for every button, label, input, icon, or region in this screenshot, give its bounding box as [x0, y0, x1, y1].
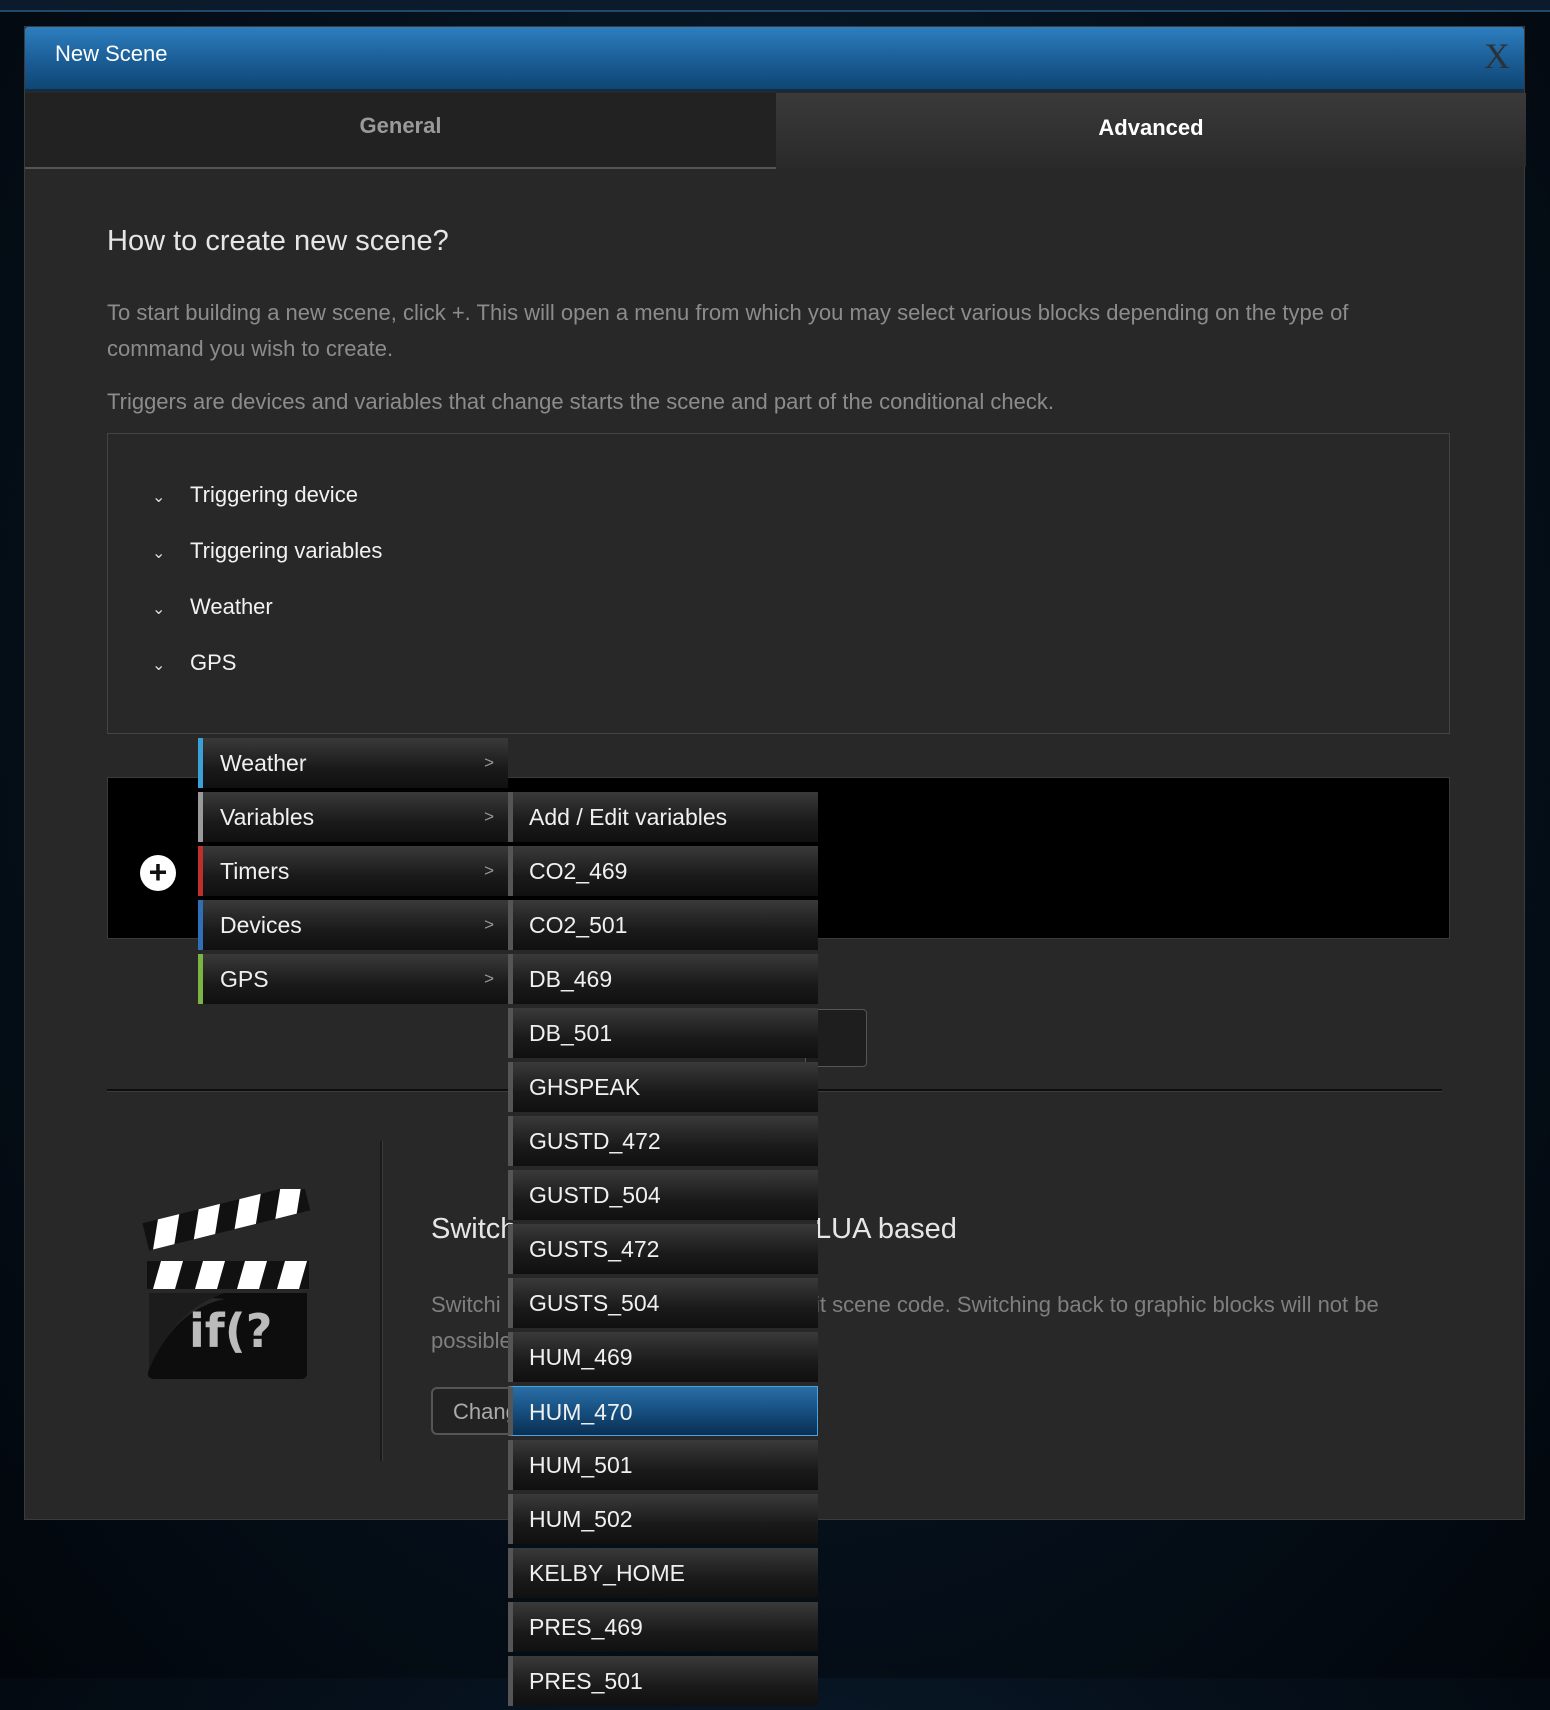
trigger-label: Weather [190, 594, 273, 619]
submenu-variable-item[interactable]: DB_501 [508, 1008, 818, 1058]
trigger-label: Triggering device [190, 482, 358, 507]
icon-label: if(? [189, 1304, 273, 1358]
submenu-variable-item[interactable]: PRES_469 [508, 1602, 818, 1652]
chevron-right-icon: > [484, 753, 494, 772]
chevron-right-icon: > [484, 807, 494, 826]
submenu-variable-item[interactable]: DB_469 [508, 954, 818, 1004]
menu-item-label: Devices [220, 912, 302, 938]
trigger-label: GPS [190, 650, 237, 675]
trigger-label: Triggering variables [190, 538, 383, 563]
menu-item-variables[interactable]: Variables > [198, 792, 508, 842]
submenu-variable-item[interactable]: GUSTS_472 [508, 1224, 818, 1274]
background-top-line [0, 0, 1550, 12]
lua-description-left: Switchi possible [431, 1287, 512, 1359]
lua-description-right: it scene code. Switching back to graphic… [815, 1292, 1379, 1317]
tab-bar: General Advanced [25, 93, 1526, 169]
chevron-down-icon: ⌄ [152, 657, 166, 674]
menu-item-timers[interactable]: Timers > [198, 846, 508, 896]
chevron-right-icon: > [484, 861, 494, 880]
submenu-add-edit-variables[interactable]: Add / Edit variables [508, 792, 818, 842]
menu-item-label: GPS [220, 966, 269, 992]
chevron-down-icon: ⌄ [152, 489, 166, 506]
submenu-variable-item-highlighted[interactable]: HUM_470 [508, 1386, 818, 1436]
tab-general[interactable]: General [25, 93, 776, 169]
menu-item-label: Variables [220, 804, 315, 830]
chevron-down-icon: ⌄ [152, 601, 166, 618]
submenu-variable-item[interactable]: HUM_502 [508, 1494, 818, 1544]
lua-description-line2: possible [431, 1328, 512, 1353]
vertical-separator [380, 1141, 383, 1461]
variables-submenu: Add / Edit variables CO2_469 CO2_501 DB_… [508, 792, 818, 1710]
lua-description-line1: Switchi [431, 1292, 501, 1317]
submenu-variable-item[interactable]: CO2_501 [508, 900, 818, 950]
submenu-variable-item[interactable]: GUSTD_504 [508, 1170, 818, 1220]
intro-paragraph: To start building a new scene, click +. … [107, 300, 1349, 361]
chevron-down-icon: ⌄ [152, 545, 166, 562]
dialog-title: New Scene [55, 41, 168, 66]
lua-title-right: LUA based [815, 1213, 957, 1245]
submenu-variable-item[interactable]: PRES_501 [508, 1656, 818, 1706]
submenu-variable-item[interactable]: CO2_469 [508, 846, 818, 896]
submenu-variable-item[interactable]: GUSTD_472 [508, 1116, 818, 1166]
chevron-right-icon: > [484, 915, 494, 934]
close-icon[interactable]: X [1484, 35, 1510, 77]
submenu-variable-item[interactable]: GUSTS_504 [508, 1278, 818, 1328]
submenu-variable-item[interactable]: HUM_501 [508, 1440, 818, 1490]
menu-item-label: Weather [220, 750, 307, 776]
page-heading: How to create new scene? [107, 225, 449, 257]
submenu-variable-item[interactable]: GHSPEAK [508, 1062, 818, 1112]
trigger-triggering-device[interactable]: ⌄ Triggering device [152, 482, 358, 512]
add-block-button[interactable]: + [140, 855, 176, 891]
trigger-gps[interactable]: ⌄ GPS [152, 650, 236, 680]
triggers-paragraph: Triggers are devices and variables that … [107, 389, 1054, 414]
trigger-weather[interactable]: ⌄ Weather [152, 594, 273, 624]
chevron-right-icon: > [484, 969, 494, 988]
lua-title-left: Switch [431, 1213, 517, 1245]
menu-item-weather[interactable]: Weather > [198, 738, 508, 788]
dialog-titlebar: New Scene X [25, 27, 1524, 91]
menu-item-devices[interactable]: Devices > [198, 900, 508, 950]
menu-item-gps[interactable]: GPS > [198, 954, 508, 1004]
tab-advanced[interactable]: Advanced [776, 93, 1526, 167]
menu-item-label: Timers [220, 858, 290, 884]
clapperboard-icon: if(? [142, 1189, 311, 1379]
submenu-variable-item[interactable]: HUM_469 [508, 1332, 818, 1382]
triggers-box: ⌄ Triggering device ⌄ Triggering variables… [107, 433, 1450, 734]
trigger-triggering-variables[interactable]: ⌄ Triggering variables [152, 538, 382, 568]
block-type-menu: Weather > Variables > Timers > Devices >… [198, 738, 508, 1008]
submenu-variable-item[interactable]: KELBY_HOME [508, 1548, 818, 1598]
